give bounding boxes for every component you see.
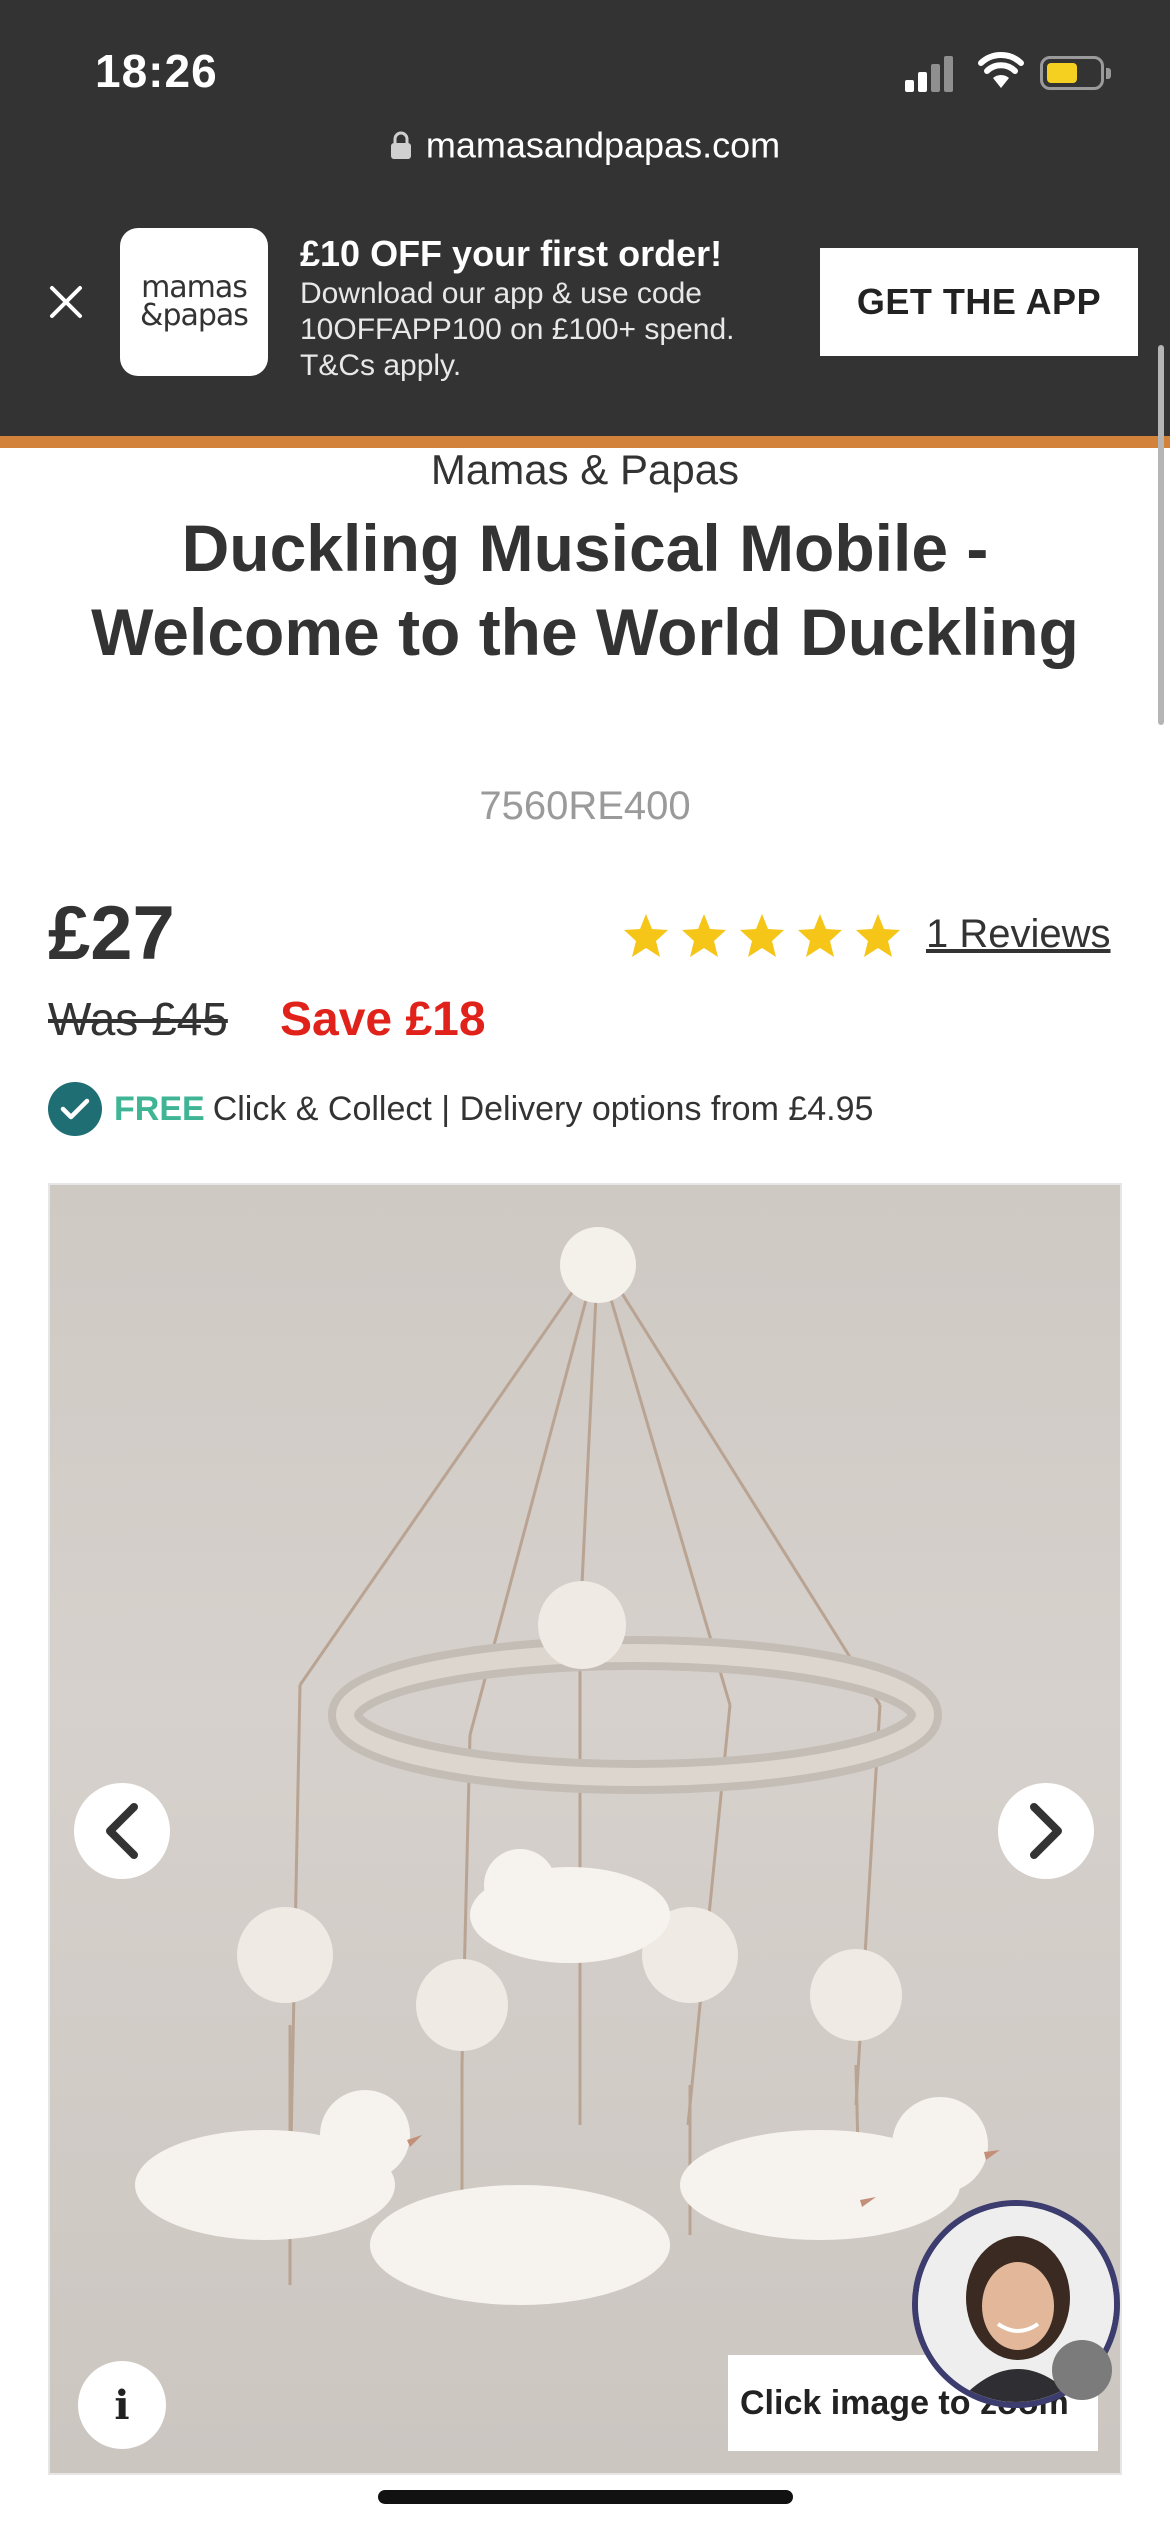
get-the-app-button[interactable]: GET THE APP xyxy=(820,248,1138,356)
promo-title: £10 OFF your first order! xyxy=(300,233,723,274)
free-label: FREE xyxy=(114,1089,205,1128)
info-icon: i xyxy=(114,2381,130,2429)
battery-icon xyxy=(1040,56,1111,90)
promo-line2: 10OFFAPP100 on £100+ spend. xyxy=(300,313,735,346)
star-icon xyxy=(856,914,900,957)
delivery-info: FREE Click & Collect | Delivery options … xyxy=(48,1082,873,1136)
delivery-text: Click & Collect | Delivery options from … xyxy=(212,1089,874,1128)
product-sku: 7560RE400 xyxy=(479,784,691,828)
lock-icon xyxy=(390,132,411,160)
home-indicator[interactable] xyxy=(378,2490,793,2504)
rating-stars[interactable] xyxy=(622,912,902,958)
previous-image-button[interactable] xyxy=(74,1783,170,1879)
check-icon xyxy=(48,1082,102,1136)
product-brand[interactable]: Mamas & Papas xyxy=(0,446,1170,494)
reviews-link[interactable]: 1 Reviews xyxy=(926,912,1111,957)
address-bar[interactable]: mamasandpapas.com xyxy=(0,122,1170,166)
was-price: Was £45 xyxy=(48,993,228,1045)
app-promo: £10 OFF your first order! Download our a… xyxy=(300,232,800,384)
page-scrollbar[interactable] xyxy=(1158,345,1164,725)
chevron-left-icon xyxy=(106,1803,138,1859)
current-price: £27 xyxy=(48,891,175,976)
wifi-icon xyxy=(978,52,1024,88)
star-icon xyxy=(798,914,842,957)
next-image-button[interactable] xyxy=(998,1783,1094,1879)
chat-status-dot xyxy=(1052,2340,1112,2400)
product-title: Duckling Musical Mobile - Welcome to the… xyxy=(91,511,1079,669)
app-logo: mamas &papas xyxy=(120,228,268,376)
url-text: mamasandpapas.com xyxy=(425,124,781,166)
status-time: 18:26 xyxy=(95,45,218,97)
promo-line1: Download our app & use code xyxy=(300,277,702,310)
top-bar: 18:26 mamasandpapas.com mamas &papas £10… xyxy=(0,0,1170,436)
cellular-signal-icon xyxy=(905,56,955,92)
star-icon xyxy=(624,914,668,957)
save-amount: Save £18 xyxy=(280,993,486,1046)
info-button[interactable]: i xyxy=(78,2361,166,2449)
star-icon xyxy=(682,914,726,957)
close-icon[interactable] xyxy=(46,282,86,322)
logo-line2: &papas xyxy=(140,298,249,333)
star-icon xyxy=(740,914,784,957)
chevron-right-icon xyxy=(1030,1803,1062,1859)
promo-line3: T&Cs apply. xyxy=(300,349,462,382)
